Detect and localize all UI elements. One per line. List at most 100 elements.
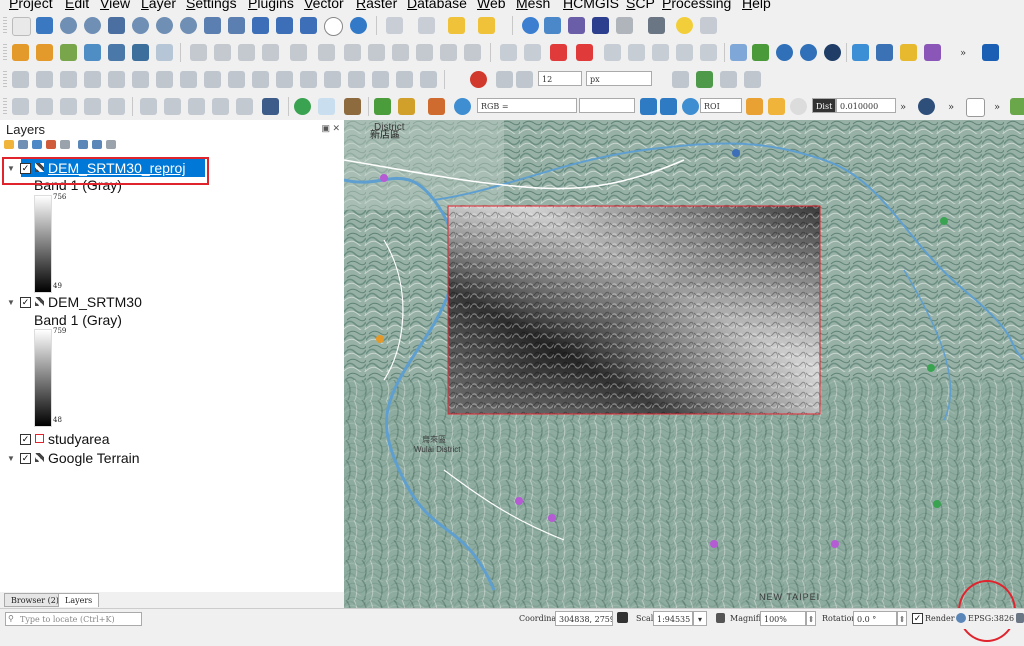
split-parts-icon[interactable] [300, 71, 317, 88]
hcmgis-shield-icon[interactable] [262, 98, 279, 115]
attribute-table-icon[interactable] [544, 17, 561, 34]
bookmark-icon[interactable] [300, 17, 317, 34]
label-pin-icon[interactable] [524, 44, 541, 61]
label-show-icon[interactable] [576, 44, 593, 61]
scp-roi-button[interactable]: ROI [700, 98, 742, 113]
scp-rgb-select[interactable]: RGB = [477, 98, 577, 113]
annotation-form-icon[interactable] [164, 98, 181, 115]
toolbar-grip[interactable] [3, 44, 7, 61]
toolbar-overflow-button[interactable]: » [994, 102, 1000, 113]
layer-name[interactable]: studyarea [48, 430, 109, 448]
annotation-svg-icon[interactable] [212, 98, 229, 115]
add-database-layer-icon[interactable] [108, 44, 125, 61]
rotation-input[interactable]: 0.0 ° [853, 611, 897, 626]
magnifier-input[interactable]: 100% [760, 611, 806, 626]
label-properties-icon[interactable] [676, 44, 693, 61]
scp-postprocessing-icon[interactable] [398, 98, 415, 115]
annotation-text-icon[interactable] [140, 98, 157, 115]
undo-icon[interactable] [440, 44, 457, 61]
plugin-network-icon[interactable] [800, 44, 817, 61]
menu-scp[interactable]: SCP [626, 0, 655, 11]
simplify-feature-icon[interactable] [84, 71, 101, 88]
menu-mesh[interactable]: Mesh [516, 0, 550, 11]
merge-features-icon[interactable] [324, 71, 341, 88]
scp-global-stretch-icon[interactable] [660, 98, 677, 115]
shape-circle-icon[interactable] [36, 98, 53, 115]
scp-local-stretch-icon[interactable] [640, 98, 657, 115]
add-wms-layer-icon[interactable] [132, 44, 149, 61]
shape-digitize-icon[interactable] [12, 98, 29, 115]
snapping-units-select[interactable]: px [586, 71, 652, 86]
layer-visibility-checkbox[interactable]: ✓ [20, 453, 31, 464]
snap-intersection-icon[interactable] [696, 71, 713, 88]
toggle-editing-pencil-icon[interactable] [214, 44, 231, 61]
toolbar-grip[interactable] [3, 98, 7, 115]
scp-zoom-roi-icon[interactable] [682, 98, 699, 115]
deselect-icon[interactable] [478, 17, 495, 34]
topology-editing-icon[interactable] [672, 71, 689, 88]
annotation-icon[interactable] [700, 17, 717, 34]
pan-to-selection-icon[interactable] [36, 17, 53, 34]
plugin-green-icon[interactable] [1010, 98, 1024, 115]
measure-icon[interactable] [648, 17, 665, 34]
add-part-icon[interactable] [132, 71, 149, 88]
select-by-value-icon[interactable] [448, 17, 465, 34]
snapping-mode-icon[interactable] [496, 71, 513, 88]
menu-edit[interactable]: Edit [65, 0, 89, 11]
layer-visibility-checkbox[interactable]: ✓ [20, 434, 31, 445]
scp-rgb-value[interactable] [579, 98, 635, 113]
help-icon[interactable] [982, 44, 999, 61]
paste-features-icon[interactable] [416, 44, 433, 61]
rotate-feature-icon[interactable] [60, 71, 77, 88]
menu-vector[interactable]: Vector [304, 0, 344, 11]
zoom-to-layer-icon[interactable] [156, 17, 173, 34]
plugin-clock-icon[interactable] [824, 44, 841, 61]
offset-curve-icon[interactable] [252, 71, 269, 88]
zoom-to-selection-icon[interactable] [132, 17, 149, 34]
pan-hand-icon[interactable] [12, 17, 31, 36]
rotation-spin-icon[interactable]: ⇕ [897, 611, 907, 626]
add-raster-layer-icon[interactable] [84, 44, 101, 61]
messages-icon[interactable] [1016, 613, 1024, 623]
new-map-view-icon[interactable] [252, 17, 269, 34]
render-checkbox[interactable]: ✓ [912, 613, 923, 624]
scp-settings-icon[interactable] [918, 98, 935, 115]
tab-layers[interactable]: Layers [58, 593, 100, 607]
menu-settings[interactable]: Settings [186, 0, 237, 11]
toolbar-overflow-button[interactable]: » [960, 48, 966, 59]
map-canvas[interactable]: District 新店區 Wulai District 烏來區 NEW TAIP… [344, 120, 1024, 608]
new-3d-view-icon[interactable] [276, 17, 293, 34]
scp-dock-icon[interactable] [294, 98, 311, 115]
copy-features-icon[interactable] [392, 44, 409, 61]
offset-symbols-icon[interactable] [396, 71, 413, 88]
reshape-icon[interactable] [228, 71, 245, 88]
move-feature-icon[interactable] [36, 71, 53, 88]
shape-polygon-icon[interactable] [108, 98, 125, 115]
scp-add-roi-icon[interactable] [768, 98, 785, 115]
identify-features-icon[interactable] [386, 17, 403, 34]
layer-name[interactable]: DEM_SRTM30 [48, 293, 142, 311]
trim-extend-icon[interactable] [420, 71, 437, 88]
menu-database[interactable]: Database [407, 0, 467, 11]
redo-icon[interactable] [464, 44, 481, 61]
zoom-out-icon[interactable] [84, 17, 101, 34]
tracing-icon[interactable] [720, 71, 737, 88]
vertex-tool-icon[interactable] [318, 44, 335, 61]
coordinate-input[interactable]: 304838, 2759810 [555, 611, 613, 626]
menu-processing[interactable]: Processing [662, 0, 731, 11]
menu-view[interactable]: View [100, 0, 130, 11]
tab-browser[interactable]: Browser (2) [4, 593, 66, 607]
plugin-globe-icon[interactable] [776, 44, 793, 61]
snapping-magnet-icon[interactable] [470, 71, 487, 88]
delete-selected-icon[interactable] [344, 44, 361, 61]
add-ring-icon[interactable] [108, 71, 125, 88]
collapse-arrow-icon[interactable]: ▼ [7, 298, 15, 307]
menu-layer[interactable]: Layer [141, 0, 176, 11]
label-pin-all-icon[interactable] [700, 44, 717, 61]
menu-project[interactable]: Project [9, 0, 53, 11]
menu-help[interactable]: Help [742, 0, 771, 11]
filter-legend-icon[interactable] [46, 140, 56, 149]
shape-ellipse-icon[interactable] [60, 98, 77, 115]
processing-toolbox-icon[interactable] [876, 44, 893, 61]
lock-scale-icon[interactable] [716, 613, 725, 623]
